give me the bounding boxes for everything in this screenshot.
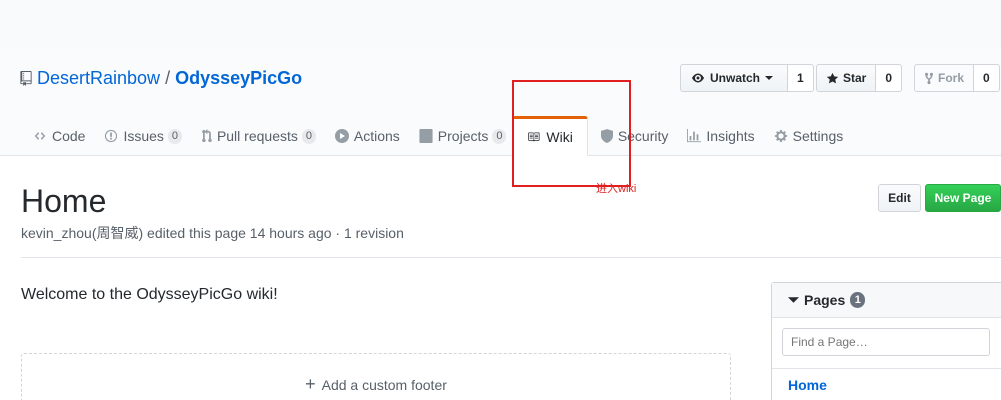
repo-title: DesertRainbow / OdysseyPicGo <box>20 68 302 88</box>
tab-pull-requests-label: Pull requests <box>216 128 298 144</box>
tab-code-label: Code <box>52 128 86 144</box>
watchers-count[interactable]: 1 <box>788 64 814 92</box>
play-icon <box>334 129 349 143</box>
star-group: Star 0 <box>816 64 903 92</box>
edit-button[interactable]: Edit <box>878 184 921 212</box>
pages-divider <box>772 368 1001 369</box>
repo-icon <box>20 70 32 86</box>
annotation-highlight-box <box>512 80 631 187</box>
pages-toggle[interactable]: Pages 1 <box>772 283 1001 318</box>
star-button[interactable]: Star <box>816 64 877 92</box>
page-title: Home <box>21 183 107 219</box>
caret-down-icon <box>765 76 774 80</box>
repo-name-link[interactable]: OdysseyPicGo <box>175 68 302 88</box>
tab-settings[interactable]: Settings <box>761 116 850 156</box>
stars-count[interactable]: 0 <box>876 64 903 92</box>
top-band <box>0 0 1001 48</box>
tab-projects-label: Projects <box>437 128 489 144</box>
fork-icon <box>924 72 934 84</box>
gear-icon <box>774 129 788 143</box>
tab-actions-label: Actions <box>353 128 400 144</box>
pages-label: Pages <box>804 292 846 308</box>
tab-actions[interactable]: Actions <box>322 116 406 156</box>
wiki-welcome-text: Welcome to the OdysseyPicGo wiki! <box>21 286 278 303</box>
projects-counter: 0 <box>492 128 507 144</box>
tab-insights-label: Insights <box>706 128 755 144</box>
divider <box>21 257 1001 258</box>
repo-nav-tabs: Code Issues 0 Pull requests 0 Actions Pr… <box>20 116 849 156</box>
fork-label: Fork <box>938 71 965 85</box>
unwatch-button[interactable]: Unwatch <box>680 64 789 92</box>
star-icon <box>826 72 839 83</box>
fork-button[interactable]: Fork <box>914 64 975 92</box>
pages-sidebar: Pages 1 Home <box>771 282 1001 400</box>
repo-owner-link[interactable]: DesertRainbow <box>37 68 160 88</box>
tab-projects[interactable]: Projects 0 <box>406 116 513 156</box>
pull-request-icon <box>201 129 212 143</box>
page-link-home[interactable]: Home <box>788 377 827 393</box>
watch-group: Unwatch 1 <box>680 64 814 92</box>
add-footer-label: Add a custom footer <box>321 377 447 393</box>
tab-insights[interactable]: Insights <box>674 116 760 156</box>
unwatch-label: Unwatch <box>710 71 761 85</box>
tab-issues[interactable]: Issues 0 <box>91 116 187 156</box>
fork-group: Fork 0 <box>914 64 1000 92</box>
star-label: Star <box>843 71 867 85</box>
issue-icon <box>104 129 118 143</box>
forks-count[interactable]: 0 <box>974 64 1000 92</box>
tab-code[interactable]: Code <box>20 116 91 156</box>
tab-issues-label: Issues <box>123 128 164 144</box>
pull-requests-counter: 0 <box>301 128 316 144</box>
pages-count-badge: 1 <box>850 292 866 308</box>
new-page-button[interactable]: New Page <box>925 184 1001 212</box>
annotation-text: 进入wiki <box>596 183 637 195</box>
eye-icon <box>692 73 704 83</box>
project-icon <box>419 129 433 143</box>
triangle-down-icon <box>788 296 799 304</box>
graph-icon <box>687 129 702 143</box>
find-page-input[interactable] <box>782 328 990 356</box>
tab-pull-requests[interactable]: Pull requests 0 <box>188 116 322 156</box>
page-meta: kevin_zhou(周智威) edited this page 14 hour… <box>21 225 404 241</box>
code-icon <box>33 130 47 142</box>
repo-separator: / <box>165 68 171 88</box>
issues-counter: 0 <box>167 128 182 144</box>
plus-icon: + <box>305 374 316 394</box>
custom-footer-box[interactable]: + Add a custom footer <box>21 353 731 400</box>
tab-settings-label: Settings <box>792 128 844 144</box>
